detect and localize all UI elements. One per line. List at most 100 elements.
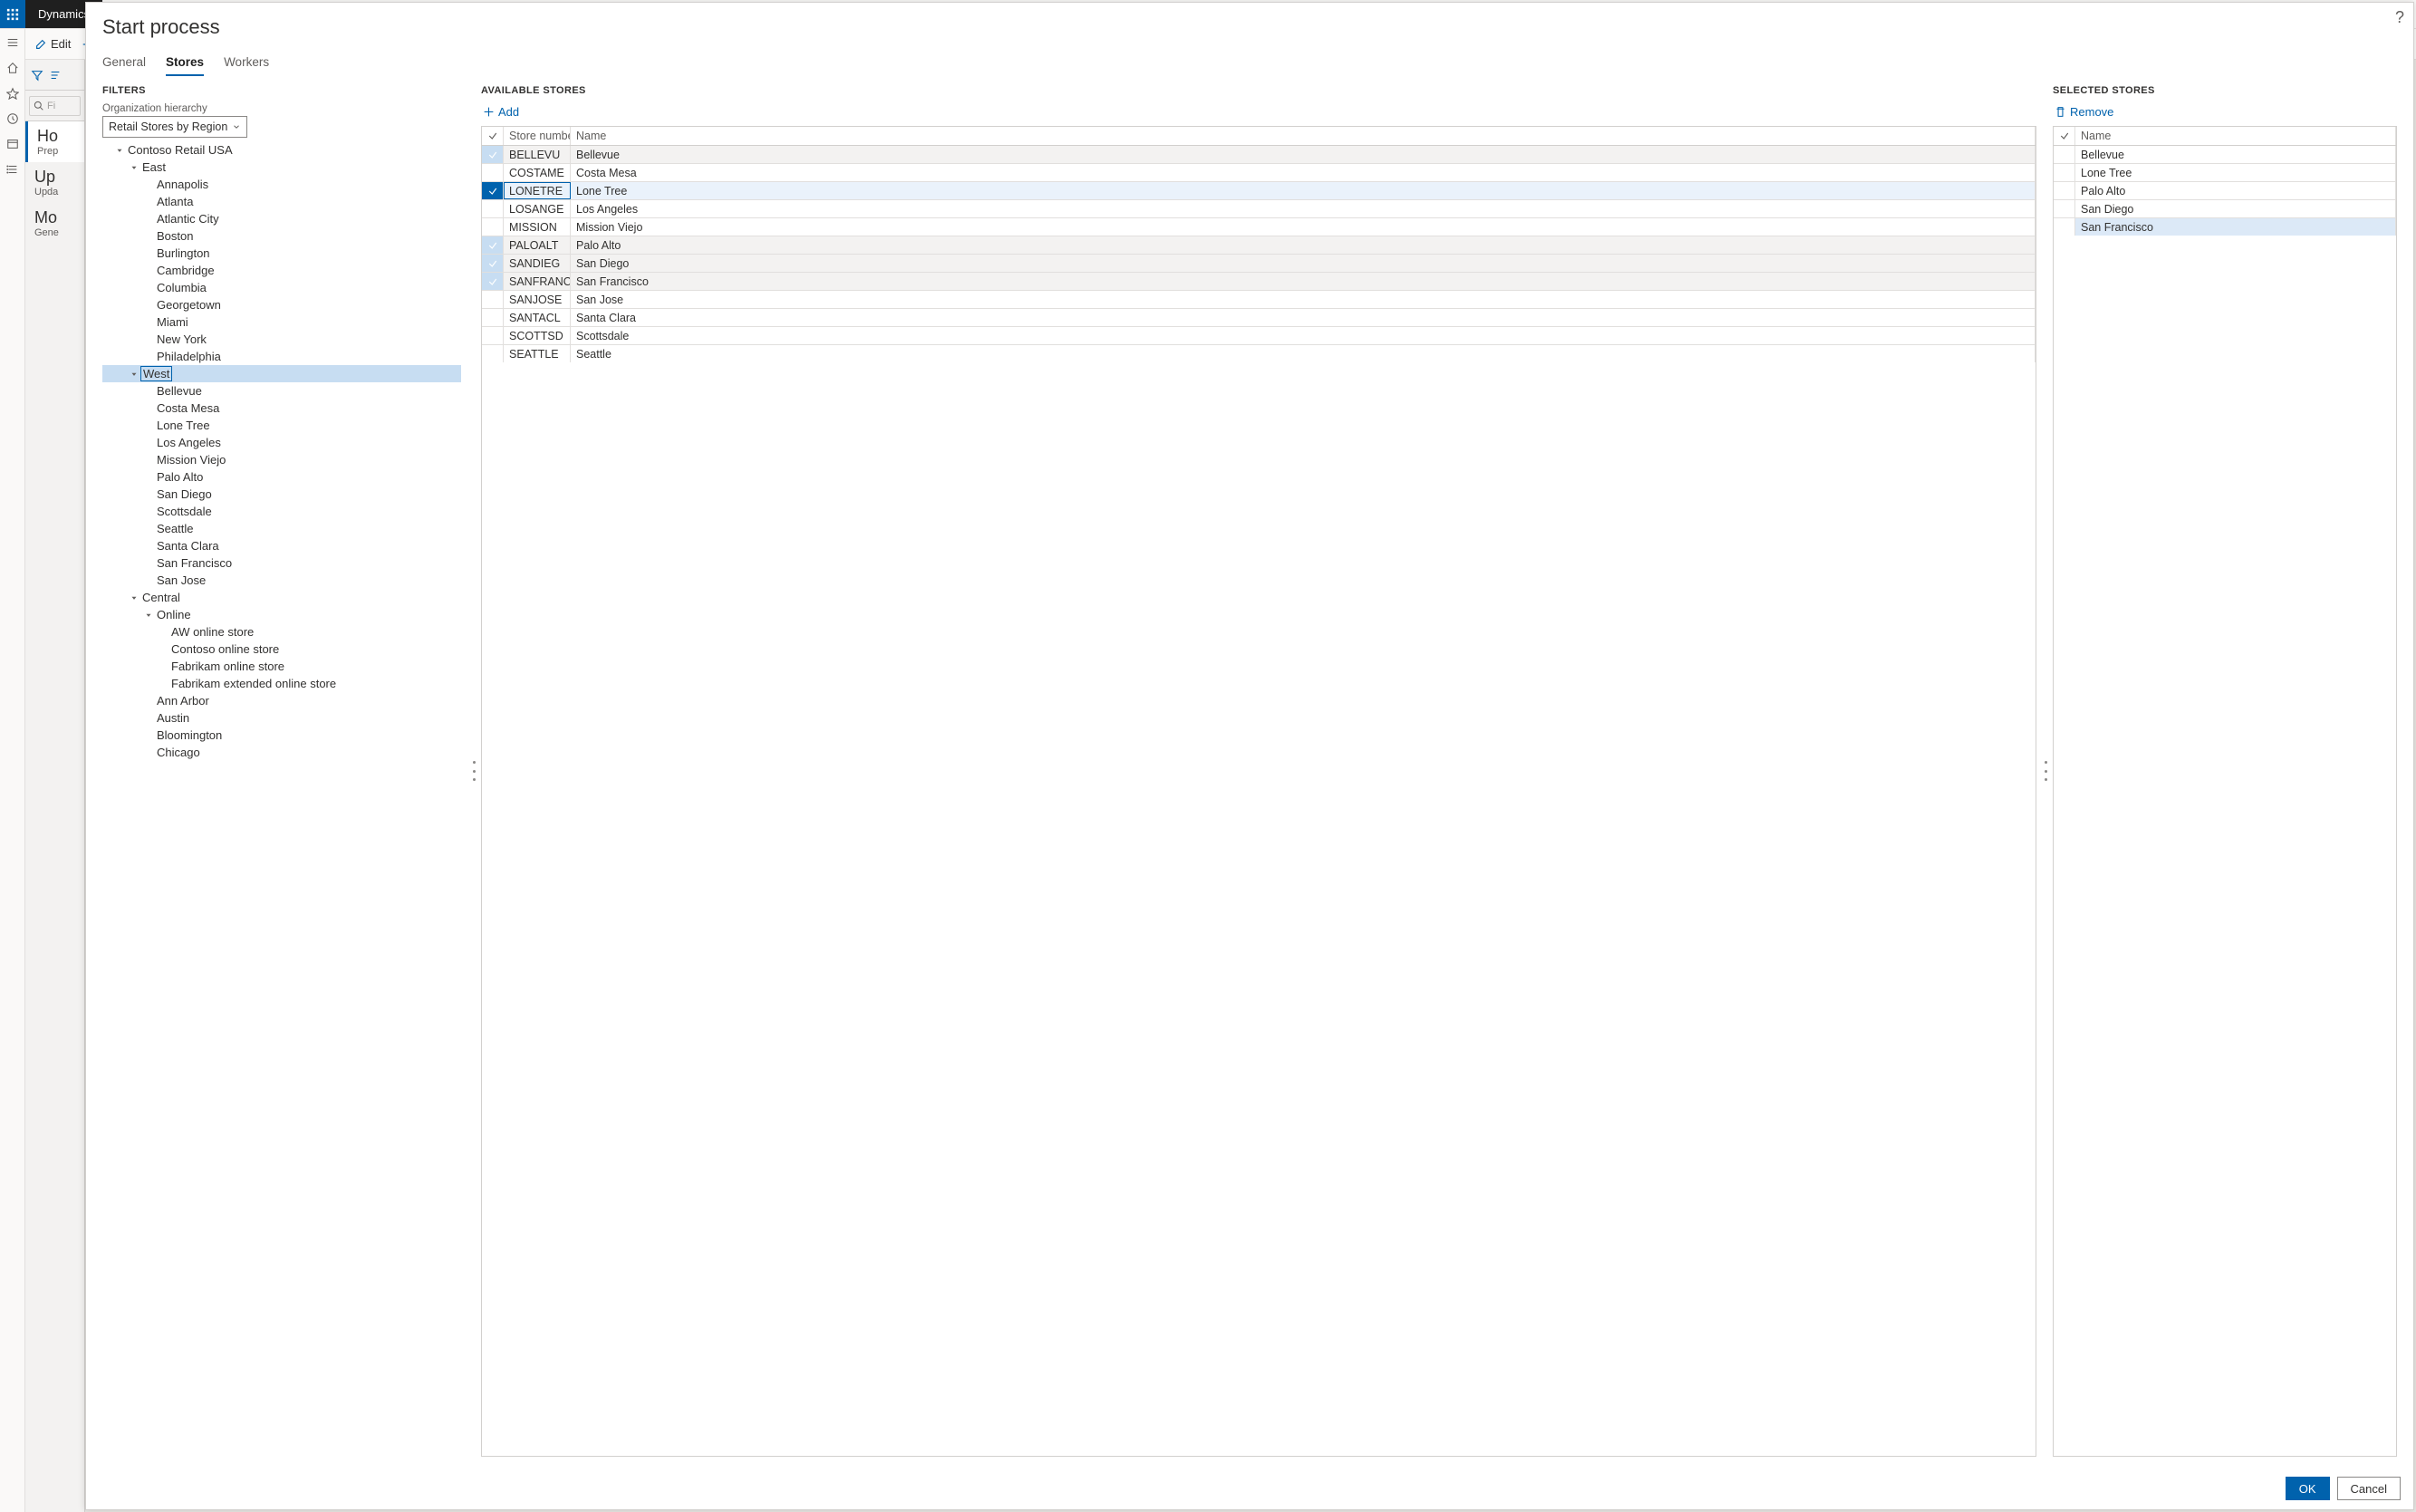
tree-node[interactable]: Lone Tree: [102, 417, 461, 434]
table-row[interactable]: PALOALTPalo Alto: [482, 236, 2036, 255]
tree-node[interactable]: Bloomington: [102, 727, 461, 744]
table-row[interactable]: LOSANGELos Angeles: [482, 200, 2036, 218]
hierarchy-tree[interactable]: Contoso Retail USAEast AnnapolisAtlantaAt…: [102, 141, 465, 1457]
tree-node[interactable]: Bellevue: [102, 382, 461, 400]
tree-node-label: Bellevue: [155, 384, 204, 398]
row-checkbox[interactable]: [482, 291, 504, 308]
table-row[interactable]: SANTACLSanta Clara: [482, 309, 2036, 327]
row-checkbox[interactable]: [482, 273, 504, 290]
tree-node[interactable]: Philadelphia: [102, 348, 461, 365]
row-checkbox[interactable]: [482, 218, 504, 236]
col-store-number[interactable]: Store number: [504, 127, 571, 145]
row-checkbox[interactable]: [2054, 182, 2075, 199]
resize-handle[interactable]: [473, 761, 478, 781]
tree-node[interactable]: Columbia: [102, 279, 461, 296]
tree-node[interactable]: San Diego: [102, 486, 461, 503]
org-hierarchy-select[interactable]: Retail Stores by Region: [102, 116, 247, 138]
tree-node[interactable]: New York: [102, 331, 461, 348]
tree-node[interactable]: Annapolis: [102, 176, 461, 193]
tree-node[interactable]: San Jose: [102, 572, 461, 589]
tree-node[interactable]: Online: [102, 606, 461, 623]
tree-node[interactable]: Chicago: [102, 744, 461, 761]
row-checkbox[interactable]: [482, 164, 504, 181]
col-name[interactable]: Name: [2075, 127, 2396, 145]
selected-grid-header: Name: [2054, 127, 2396, 146]
row-checkbox[interactable]: [482, 345, 504, 362]
tab-workers[interactable]: Workers: [224, 55, 269, 76]
tree-node-label: East: [140, 160, 168, 174]
row-checkbox[interactable]: [482, 236, 504, 254]
dialog-body: FILTERS Organization hierarchy Retail St…: [86, 76, 2413, 1468]
tab-general[interactable]: General: [102, 55, 146, 76]
row-checkbox[interactable]: [482, 255, 504, 272]
tree-node[interactable]: Austin: [102, 709, 461, 727]
table-row[interactable]: San Diego: [2054, 200, 2396, 218]
tab-stores[interactable]: Stores: [166, 55, 204, 76]
table-row[interactable]: Palo Alto: [2054, 182, 2396, 200]
table-row[interactable]: Lone Tree: [2054, 164, 2396, 182]
row-checkbox[interactable]: [2054, 146, 2075, 163]
tree-node[interactable]: Costa Mesa: [102, 400, 461, 417]
remove-button[interactable]: Remove: [2055, 105, 2397, 119]
tree-node[interactable]: Mission Viejo: [102, 451, 461, 468]
row-checkbox[interactable]: [482, 309, 504, 326]
table-row[interactable]: San Francisco: [2054, 218, 2396, 236]
table-row[interactable]: Bellevue: [2054, 146, 2396, 164]
tree-node[interactable]: San Francisco: [102, 554, 461, 572]
cell-name: Seattle: [571, 345, 2036, 362]
row-checkbox[interactable]: [482, 327, 504, 344]
table-row[interactable]: MISSIONMission Viejo: [482, 218, 2036, 236]
tree-node[interactable]: Fabrikam extended online store: [102, 675, 461, 692]
tree-node-label: Georgetown: [155, 298, 223, 312]
resize-handle[interactable]: [2045, 761, 2050, 781]
tree-node[interactable]: Atlanta: [102, 193, 461, 210]
table-row[interactable]: SANDIEGSan Diego: [482, 255, 2036, 273]
row-checkbox[interactable]: [482, 200, 504, 217]
cell-name: Bellevue: [571, 146, 2036, 163]
row-checkbox[interactable]: [482, 146, 504, 163]
tree-node[interactable]: Ann Arbor: [102, 692, 461, 709]
tree-node[interactable]: Scottsdale: [102, 503, 461, 520]
col-name[interactable]: Name: [571, 127, 2036, 145]
tree-node[interactable]: AW online store: [102, 623, 461, 640]
select-all-checkbox[interactable]: [482, 127, 504, 145]
tree-node[interactable]: Palo Alto: [102, 468, 461, 486]
tree-node[interactable]: Boston: [102, 227, 461, 245]
tree-node[interactable]: East: [102, 159, 461, 176]
tree-node[interactable]: Atlantic City: [102, 210, 461, 227]
available-grid-header: Store number Name: [482, 127, 2036, 146]
tree-node[interactable]: Central: [102, 589, 461, 606]
tree-node[interactable]: Georgetown: [102, 296, 461, 313]
tree-node[interactable]: Miami: [102, 313, 461, 331]
tree-node-label: Costa Mesa: [155, 401, 221, 415]
tree-node[interactable]: Burlington: [102, 245, 461, 262]
table-row[interactable]: COSTAMECosta Mesa: [482, 164, 2036, 182]
tree-node[interactable]: Santa Clara: [102, 537, 461, 554]
check-icon: [487, 276, 498, 287]
table-row[interactable]: BELLEVUBellevue: [482, 146, 2036, 164]
help-button[interactable]: ?: [2395, 8, 2404, 27]
row-checkbox[interactable]: [2054, 164, 2075, 181]
tree-node[interactable]: Contoso online store: [102, 640, 461, 658]
table-row[interactable]: LONETRELone Tree: [482, 182, 2036, 200]
table-row[interactable]: SANFRANCISSan Francisco: [482, 273, 2036, 291]
tree-node[interactable]: Contoso Retail USA: [102, 141, 461, 159]
table-row[interactable]: SCOTTSDScottsdale: [482, 327, 2036, 345]
select-all-checkbox[interactable]: [2054, 127, 2075, 145]
ok-button[interactable]: OK: [2286, 1477, 2330, 1500]
row-checkbox[interactable]: [2054, 218, 2075, 236]
selected-header: SELECTED STORES: [2053, 85, 2397, 96]
tree-node-label: Burlington: [155, 246, 212, 260]
tree-node[interactable]: Seattle: [102, 520, 461, 537]
table-row[interactable]: SANJOSESan Jose: [482, 291, 2036, 309]
tree-node[interactable]: Los Angeles: [102, 434, 461, 451]
add-button[interactable]: Add: [483, 105, 2036, 119]
tree-node[interactable]: Cambridge: [102, 262, 461, 279]
tree-node[interactable]: Fabrikam online store: [102, 658, 461, 675]
table-row[interactable]: SEATTLESeattle: [482, 345, 2036, 362]
row-checkbox[interactable]: [482, 182, 504, 199]
tree-node[interactable]: West: [102, 365, 461, 382]
cell-name: Mission Viejo: [571, 218, 2036, 236]
cancel-button[interactable]: Cancel: [2337, 1477, 2401, 1500]
row-checkbox[interactable]: [2054, 200, 2075, 217]
